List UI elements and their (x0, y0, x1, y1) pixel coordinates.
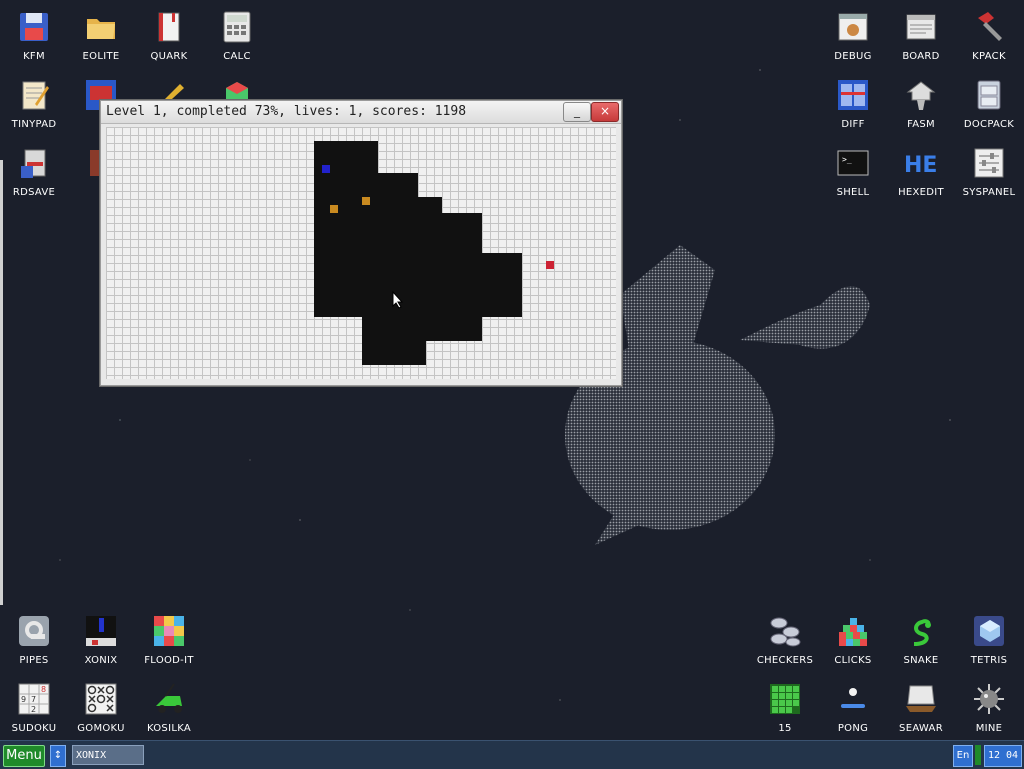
hex-icon: HE (904, 146, 938, 180)
task-xonix[interactable]: XONIX (72, 745, 144, 765)
language-indicator[interactable]: En (953, 745, 973, 767)
svg-text:9: 9 (21, 695, 26, 704)
docpack-icon (972, 78, 1006, 112)
mine-icon (972, 682, 1006, 716)
pipes-icon (17, 614, 51, 648)
captured-area (362, 317, 426, 365)
desktop-icon-flood-it[interactable]: FLOOD-IT (135, 614, 203, 666)
svg-text:7: 7 (31, 695, 36, 704)
desktop-icon-board[interactable]: BOARD (887, 10, 955, 62)
mouse-pointer (392, 291, 404, 309)
desktop-icon-clicks[interactable]: CLICKS (819, 614, 887, 666)
menu-button[interactable]: Menu (3, 745, 45, 767)
desktop-icon-gomoku[interactable]: GOMOKU (67, 682, 135, 734)
desktop-icon-docpack[interactable]: DOCPACK (955, 78, 1023, 130)
gomoku-icon (84, 682, 118, 716)
clicks-icon (836, 614, 870, 648)
flood-it-icon (152, 614, 186, 648)
checkers-icon (768, 614, 802, 648)
desktop-icon-eolite[interactable]: EOLITE (67, 10, 135, 62)
xonix-icon (84, 614, 118, 648)
desktop-icon-quark[interactable]: QUARK (135, 10, 203, 62)
ramdisk-save-icon (17, 146, 51, 180)
svg-text:>_: >_ (842, 155, 852, 164)
desktop-icon-pipes[interactable]: PIPES (0, 614, 68, 666)
diff-icon (836, 78, 870, 112)
calculator-icon (220, 10, 254, 44)
desktop-icon-tinypad[interactable]: TINYPAD (0, 78, 68, 130)
captured-area (482, 253, 522, 317)
desktop-icon-rdsave[interactable]: RDSAVE (0, 146, 68, 198)
taskbar: Menu ↕ XONIX En 12 04 (0, 740, 1024, 769)
seawar-icon (904, 682, 938, 716)
desktop-icon-xonix[interactable]: XONIX (67, 614, 135, 666)
floppy-icon (17, 10, 51, 44)
close-button[interactable]: × (591, 102, 619, 122)
pong-icon (836, 682, 870, 716)
xonix-window[interactable]: Level 1, completed 73%, lives: 1, scores… (100, 100, 622, 386)
tray-indicator (975, 745, 981, 765)
debug-icon (836, 10, 870, 44)
snake-icon (904, 614, 938, 648)
window-titlebar[interactable]: Level 1, completed 73%, lives: 1, scores… (101, 101, 621, 124)
sudoku-icon: 978 2 (17, 682, 51, 716)
svg-text:HE: HE (904, 153, 937, 178)
svg-text:8: 8 (41, 685, 46, 694)
hammer-icon (972, 10, 1006, 44)
desktop-icon-pong[interactable]: PONG (819, 682, 887, 734)
sliders-icon (972, 146, 1006, 180)
desktop-icon-seawar[interactable]: SEAWAR (887, 682, 955, 734)
desktop-icon-kfm[interactable]: KFM (0, 10, 68, 62)
player-marker (322, 165, 330, 173)
desktop-icon-snake[interactable]: SNAKE (887, 614, 955, 666)
fifteen-icon (768, 682, 802, 716)
board-icon (904, 10, 938, 44)
desktop-icon-debug[interactable]: DEBUG (819, 10, 887, 62)
lawnmower-icon (152, 682, 186, 716)
desktop-icon-syspanel[interactable]: SYSPANEL (955, 146, 1023, 198)
desktop-icon-calc[interactable]: CALC (203, 10, 271, 62)
desktop-icon-checkers[interactable]: CHECKERS (751, 614, 819, 666)
terminal-icon: >_ (836, 146, 870, 180)
left-panel-edge (0, 160, 3, 605)
desktop-icon-mine[interactable]: MINE (955, 682, 1023, 734)
clock[interactable]: 12 04 (984, 745, 1022, 767)
window-switch-button[interactable]: ↕ (50, 745, 66, 767)
captured-area (378, 173, 418, 341)
desktop-icon-sudoku[interactable]: 9782 SUDOKU (0, 682, 68, 734)
desktop-icon-diff[interactable]: DIFF (819, 78, 887, 130)
minimize-button[interactable]: _ (563, 102, 591, 122)
desktop-icon-kpack[interactable]: KPACK (955, 10, 1023, 62)
captured-area (426, 317, 474, 341)
tetris-icon (972, 614, 1006, 648)
notepad-icon (17, 78, 51, 112)
window-title: Level 1, completed 73%, lives: 1, scores… (106, 104, 467, 119)
svg-text:2: 2 (31, 705, 36, 714)
game-field[interactable] (106, 127, 616, 379)
desktop-icon-kosilka[interactable]: KOSILKA (135, 682, 203, 734)
fasm-icon (904, 78, 938, 112)
enemy-ball (362, 197, 370, 205)
desktop-icon-shell[interactable]: >_ SHELL (819, 146, 887, 198)
desktop-icon-tetris[interactable]: TETRIS (955, 614, 1023, 666)
enemy-ball (546, 261, 554, 269)
desktop-icon-15[interactable]: 15 (751, 682, 819, 734)
notebook-icon (152, 10, 186, 44)
folder-icon (84, 10, 118, 44)
desktop-icon-fasm[interactable]: FASM (887, 78, 955, 130)
enemy-ball (330, 205, 338, 213)
desktop-icon-hexedit[interactable]: HE HEXEDIT (887, 146, 955, 198)
